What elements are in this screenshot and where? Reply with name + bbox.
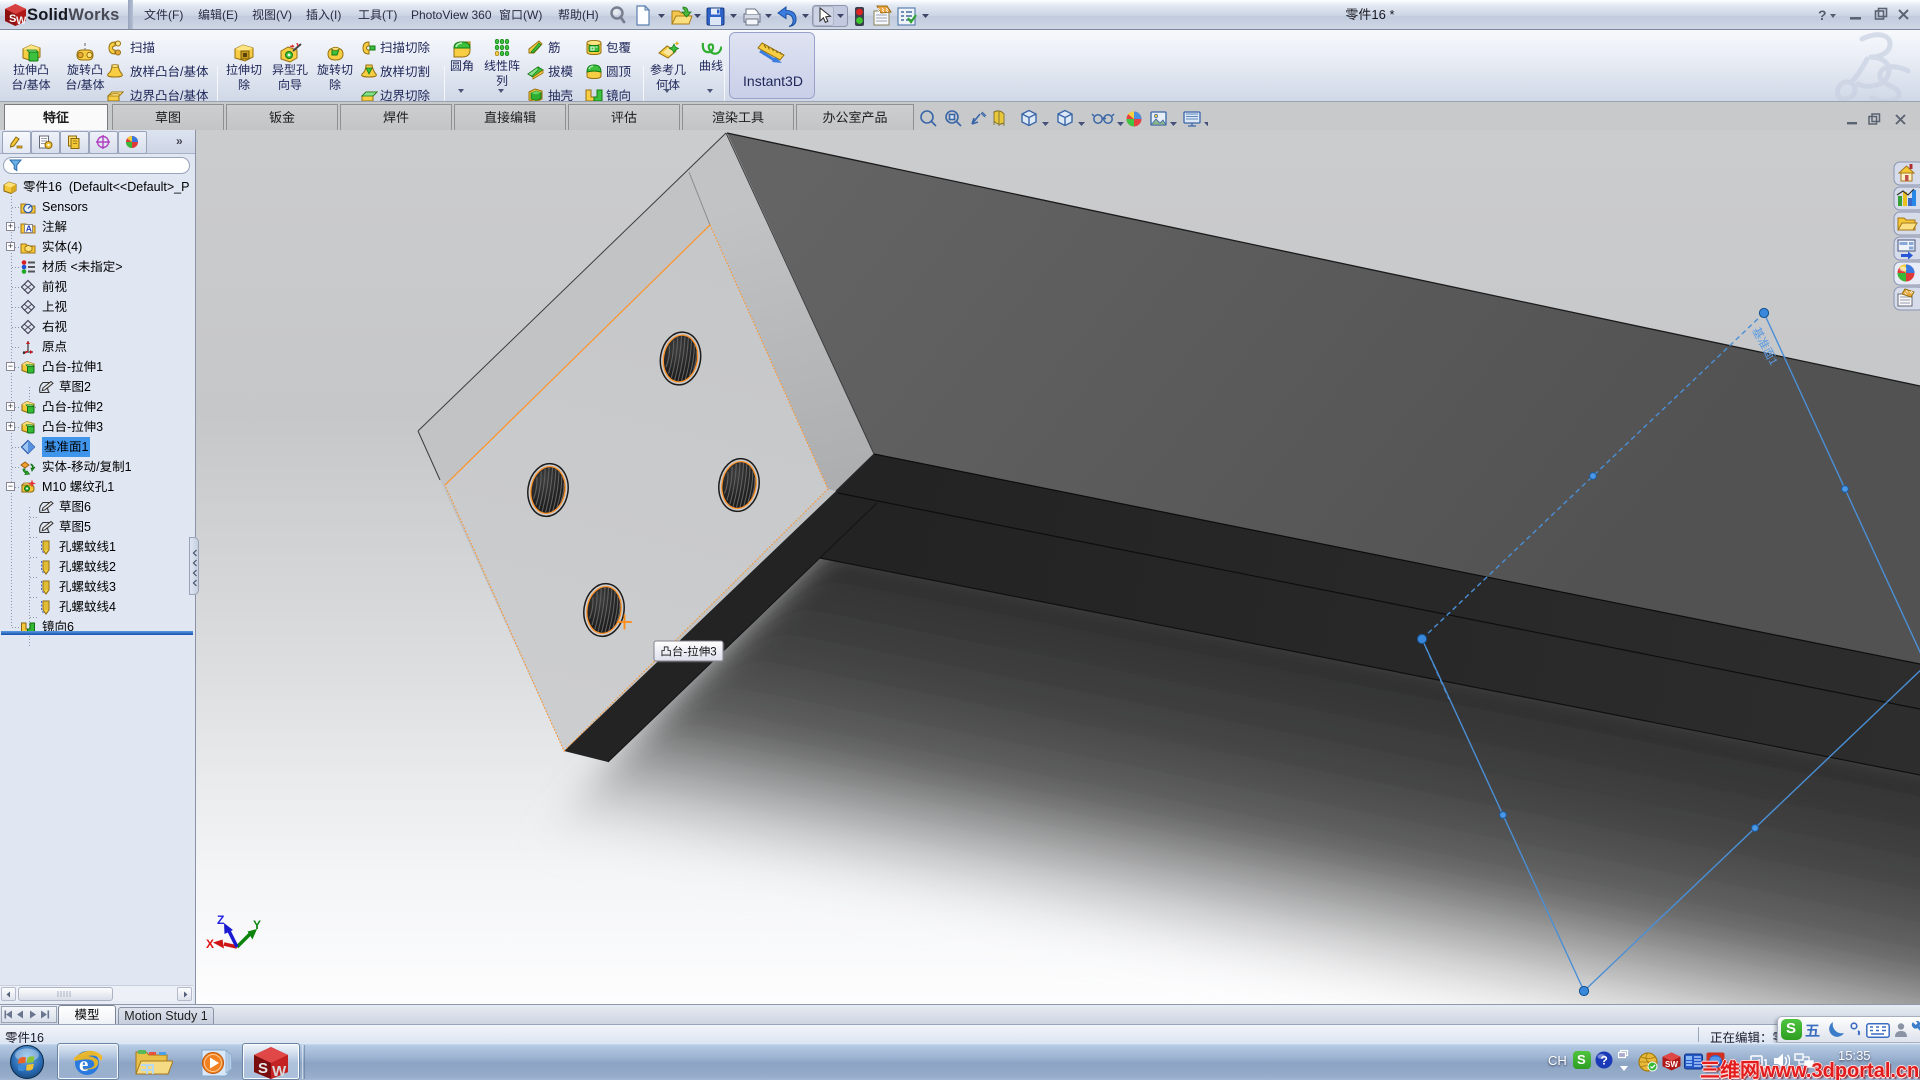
svg-text:?: ? xyxy=(1601,1054,1608,1068)
svg-text:W: W xyxy=(272,1063,287,1080)
svg-text:A: A xyxy=(26,224,32,234)
svg-text:Z: Z xyxy=(217,913,224,927)
svg-text:S: S xyxy=(258,1060,268,1077)
svg-text:Y: Y xyxy=(253,918,261,932)
svg-text:?: ? xyxy=(1818,7,1827,23)
svg-text:W: W xyxy=(16,15,27,27)
svg-text:SW: SW xyxy=(1665,1060,1678,1069)
svg-text:X: X xyxy=(206,937,214,951)
svg-text:凸台-拉伸3: 凸台-拉伸3 xyxy=(660,646,716,659)
